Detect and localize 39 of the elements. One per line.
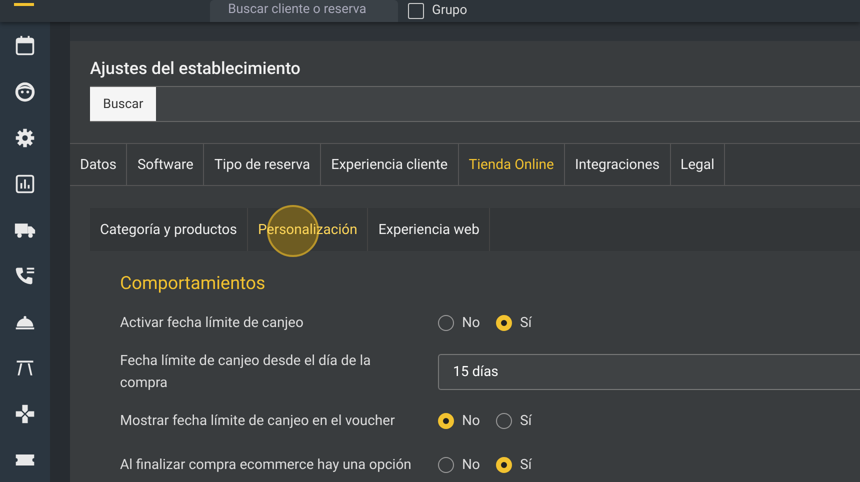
panel-title: Ajustes del establecimiento <box>89 58 302 81</box>
radio-label: Sí <box>520 413 532 429</box>
tab[interactable]: Software <box>127 144 204 186</box>
group-label: Grupo <box>432 3 468 19</box>
radio-label: No <box>462 315 480 331</box>
select-field[interactable]: 15 días <box>438 354 860 390</box>
search-field[interactable] <box>156 87 860 122</box>
phone-icon[interactable] <box>14 265 36 287</box>
settings-icon[interactable] <box>14 127 36 149</box>
subtab[interactable]: Experiencia web <box>368 208 490 251</box>
tab[interactable]: Experiencia cliente <box>321 144 459 186</box>
tab[interactable]: Integraciones <box>564 144 671 186</box>
face-icon[interactable] <box>14 81 36 103</box>
radio-label: No <box>462 413 480 429</box>
setting-label: Al finalizar compra ecommerce hay una opción <box>120 456 412 475</box>
radio-button[interactable] <box>496 413 512 429</box>
radio-label: Sí <box>520 457 532 473</box>
chart-icon[interactable] <box>14 173 36 195</box>
setting-label: Activar fecha límite de canjeo <box>120 314 304 333</box>
radio-button[interactable] <box>496 315 512 331</box>
tab[interactable]: Datos <box>70 144 128 186</box>
group-checkbox[interactable] <box>408 3 424 19</box>
setting-label: Mostrar fecha límite de canjeo en el voucher <box>120 412 396 431</box>
radio-button[interactable] <box>438 457 454 473</box>
radio-button[interactable] <box>438 315 454 331</box>
radio-label: No <box>462 457 480 473</box>
radio-button[interactable] <box>496 457 512 473</box>
gamepad-icon[interactable] <box>14 403 36 425</box>
tab[interactable]: Tienda Online <box>458 144 565 186</box>
search-field[interactable]: Buscar cliente o reserva <box>210 0 398 22</box>
search-button[interactable]: Buscar <box>90 87 156 122</box>
tab[interactable]: Legal <box>670 144 726 186</box>
setting-label: Fecha límite de canjeo desde el día de la compra <box>120 352 372 393</box>
tab[interactable]: Tipo de reserva <box>204 144 322 186</box>
subtab[interactable]: Categoría y productos <box>90 208 248 251</box>
radio-label: Sí <box>520 315 532 331</box>
radio-button[interactable] <box>438 413 454 429</box>
calendar-icon[interactable] <box>14 35 36 57</box>
section-title: Comportamientos <box>120 273 266 294</box>
